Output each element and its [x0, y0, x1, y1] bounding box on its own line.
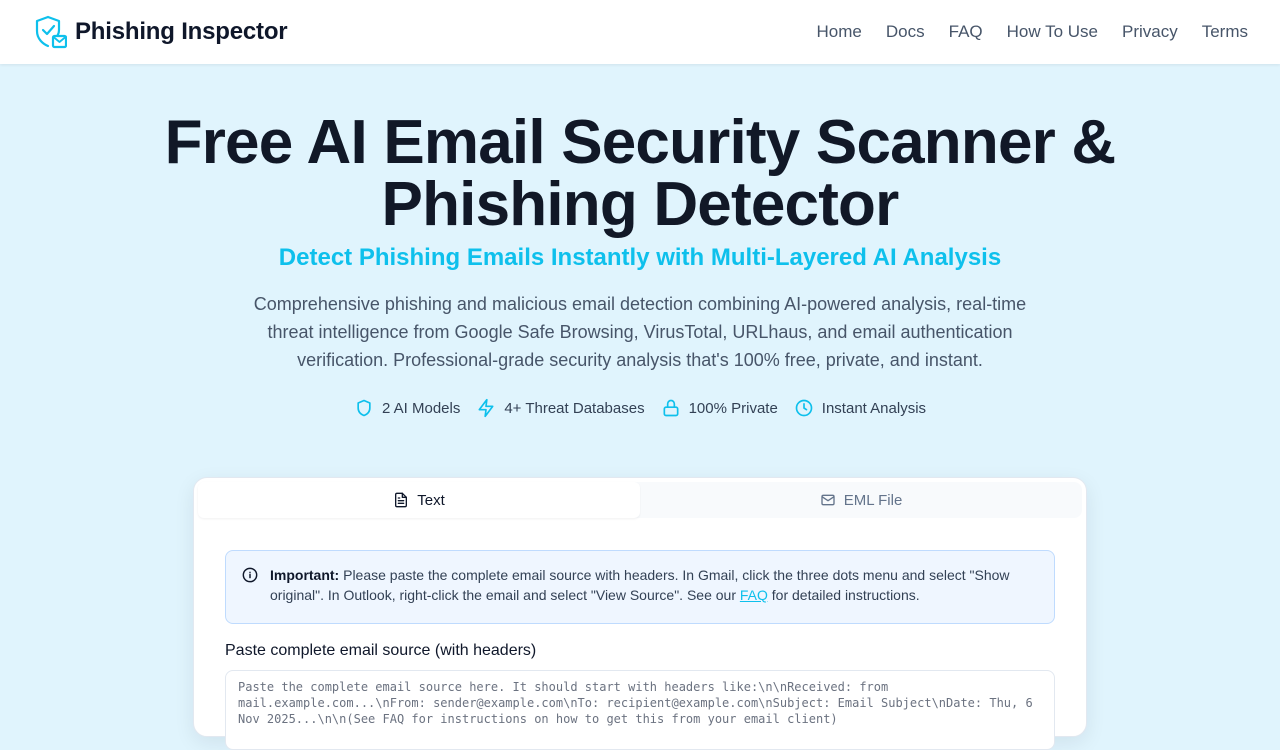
faq-link[interactable]: FAQ	[740, 587, 768, 603]
feature-private: 100% Private	[661, 398, 778, 418]
lightning-icon	[478, 398, 494, 418]
email-source-label: Paste complete email source (with header…	[225, 642, 537, 659]
feature-label: 4+ Threat Databases	[504, 399, 645, 417]
shield-icon	[357, 399, 371, 417]
feature-ai-models: 2 AI Models	[354, 398, 460, 418]
feature-instant-analysis: Instant Analysis	[794, 398, 926, 418]
feature-threat-databases: 4+ Threat Databases	[476, 398, 645, 418]
nav-link-home[interactable]: Home	[817, 22, 862, 42]
feature-list: 2 AI Models 4+ Threat Databases 100% Pri…	[0, 398, 1280, 418]
nav-link-privacy[interactable]: Privacy	[1122, 22, 1178, 42]
main-nav: Home Docs FAQ How To Use Privacy Terms	[817, 22, 1248, 42]
tab-eml-file[interactable]: EML File	[640, 482, 1082, 518]
document-icon	[395, 492, 408, 508]
hero-section: Free AI Email Security Scanner & Phishin…	[0, 64, 1280, 418]
top-navbar: Phishing Inspector Home Docs FAQ How To …	[0, 0, 1280, 64]
feature-label: 100% Private	[688, 399, 778, 417]
page-subtitle: Detect Phishing Emails Instantly with Mu…	[278, 244, 1002, 271]
nav-link-faq[interactable]: FAQ	[949, 22, 983, 42]
info-icon	[242, 567, 258, 583]
important-notice: Important: Please paste the complete ema…	[225, 550, 1055, 624]
feature-label: Instant Analysis	[821, 399, 927, 417]
nav-link-terms[interactable]: Terms	[1202, 22, 1248, 42]
feature-label: 2 AI Models	[381, 399, 461, 417]
tab-label: Text	[417, 491, 445, 509]
mail-icon	[821, 494, 835, 506]
input-mode-tabs: Text EML File	[198, 482, 1082, 518]
hero-description: Comprehensive phishing and malicious ema…	[253, 294, 1027, 370]
nav-link-docs[interactable]: Docs	[886, 22, 925, 42]
tab-text[interactable]: Text	[198, 482, 640, 518]
email-source-input[interactable]	[225, 670, 1055, 750]
notice-text-end: for detailed instructions.	[767, 587, 920, 603]
brand-logo-link[interactable]: Phishing Inspector	[35, 15, 288, 49]
page-title: Free AI Email Security Scanner & Phishin…	[164, 108, 1117, 239]
clock-icon	[795, 399, 813, 417]
scanner-card: Text EML File Important: Please paste th…	[193, 477, 1087, 750]
lock-icon	[663, 399, 679, 417]
tab-label: EML File	[843, 491, 903, 509]
nav-link-how-to-use[interactable]: How To Use	[1007, 22, 1098, 42]
shield-mail-logo-icon	[35, 15, 67, 49]
brand-name: Phishing Inspector	[75, 18, 288, 45]
notice-strong: Important:	[270, 567, 340, 583]
